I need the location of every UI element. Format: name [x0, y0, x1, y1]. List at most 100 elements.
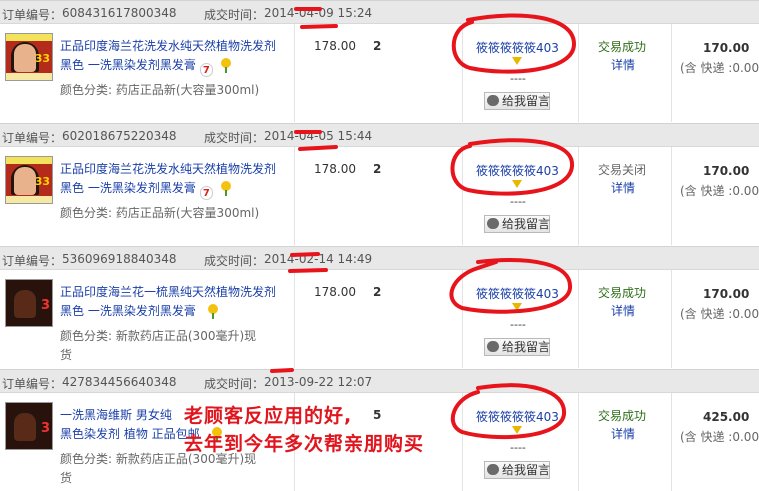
thumbnail-badge: 33 [34, 52, 50, 65]
order-status: 交易成功 [598, 40, 647, 54]
deal-time: 2014-04-09 15:24 [264, 6, 373, 20]
chat-icon [487, 218, 499, 229]
deal-time: 2013-09-22 12:07 [264, 375, 373, 389]
order-number: 602018675220348 [62, 129, 177, 143]
chat-icon [487, 341, 499, 352]
order-row: 33 正品印度海兰花洗发水纯天然植物洗发剂 黑色 一洗黑染发剂黑发膏 7 颜色分类… [0, 24, 759, 122]
unit-price: 178.00 [314, 162, 356, 176]
dash-placeholder: ---- [510, 195, 526, 208]
sku-label: 颜色分类: [60, 452, 113, 466]
service-badges [200, 304, 220, 325]
seven-day-return-icon: 7 [199, 63, 213, 77]
order-header: 订单编号： 536096918840348 成交时间： 2014-02-14 1… [0, 246, 759, 270]
order-total: 170.00 [703, 287, 750, 301]
dash-placeholder: ---- [510, 318, 526, 331]
shipping-info: (含 快递 :0.00 [680, 430, 759, 444]
details-link[interactable]: 详情 [611, 56, 635, 73]
product-title-line2[interactable]: 黑色染发剂 植物 正品包邮 [60, 427, 200, 441]
leave-message-button[interactable]: 给我留言 [484, 92, 550, 110]
shipping-info: (含 快递 :0.00 [680, 184, 759, 198]
service-badges: 7 [199, 58, 233, 79]
product-thumbnail[interactable]: 33 [5, 33, 53, 81]
sku-value-cont: 货 [60, 471, 73, 485]
dash-placeholder: ---- [510, 441, 526, 454]
sku-info: 颜色分类: 药店正品新(大容量300ml) [60, 81, 292, 100]
quantity: 2 [373, 39, 382, 53]
details-link[interactable]: 详情 [611, 179, 635, 196]
annotation-line1: 老顾客反应用的好, [184, 405, 353, 427]
order-row: 3 正品印度海兰花一梳黑纯天然植物洗发剂 黑色 一洗黑染发剂黑发膏 颜色分类: … [0, 270, 759, 368]
sku-label: 颜色分类: [60, 329, 113, 343]
deal-time-label: 成交时间： [204, 8, 265, 22]
shipping-info: (含 快递 :0.00 [680, 61, 759, 75]
order-number-label: 订单编号： [2, 254, 63, 268]
unit-price: 178.00 [314, 285, 356, 299]
seller-link[interactable]: 筱筱筱筱筱403 [476, 285, 559, 302]
deal-time: 2014-02-14 14:49 [264, 252, 373, 266]
seller-link[interactable]: 筱筱筱筱筱403 [476, 39, 559, 56]
order-status: 交易成功 [598, 409, 647, 423]
product-title-line2[interactable]: 黑色 一洗黑染发剂黑发膏 [60, 58, 196, 72]
flower-badge-icon [206, 304, 220, 319]
deal-time: 2014-04-05 15:44 [264, 129, 373, 143]
sku-label: 颜色分类: [60, 206, 113, 220]
order-total: 425.00 [703, 410, 750, 424]
warning-icon [512, 303, 522, 311]
order-number-label: 订单编号： [2, 131, 63, 145]
details-link[interactable]: 详情 [611, 302, 635, 319]
leave-message-label: 给我留言 [502, 463, 551, 477]
product-title-line1[interactable]: 正品印度海兰花一梳黑纯天然植物洗发剂 [60, 283, 292, 302]
sku-value: 药店正品新(大容量300ml) [115, 206, 260, 220]
flower-badge-icon [219, 58, 233, 73]
seven-day-return-icon: 7 [199, 186, 213, 200]
leave-message-button[interactable]: 给我留言 [484, 461, 550, 479]
annotation-line2: 去年到今年多次帮亲朋购买 [184, 433, 425, 455]
sku-label: 颜色分类: [60, 83, 113, 97]
order-number: 427834456640348 [62, 375, 177, 389]
sku-value-cont: 货 [60, 348, 73, 362]
product-thumbnail[interactable]: 33 [5, 156, 53, 204]
quantity: 2 [373, 162, 382, 176]
warning-icon [512, 426, 522, 434]
service-badges: 7 [199, 181, 233, 202]
leave-message-button[interactable]: 给我留言 [484, 338, 550, 356]
warning-icon [512, 57, 522, 65]
warning-icon [512, 180, 522, 188]
thumbnail-badge: 33 [34, 175, 50, 188]
thumbnail-badge: 3 [40, 421, 50, 436]
leave-message-label: 给我留言 [502, 94, 551, 108]
product-title-line1[interactable]: 正品印度海兰花洗发水纯天然植物洗发剂 [60, 37, 292, 56]
order-number-label: 订单编号： [2, 377, 63, 391]
order-status: 交易关闭 [598, 163, 647, 177]
order-number: 608431617800348 [62, 6, 177, 20]
order-header: 订单编号： 608431617800348 成交时间： 2014-04-09 1… [0, 0, 759, 24]
chat-icon [487, 464, 499, 475]
order-total: 170.00 [703, 164, 750, 178]
chat-icon [487, 95, 499, 106]
dash-placeholder: ---- [510, 72, 526, 85]
deal-time-label: 成交时间： [204, 254, 265, 268]
order-number-label: 订单编号： [2, 8, 63, 22]
product-thumbnail[interactable]: 3 [5, 279, 53, 327]
sku-info: 颜色分类: 药店正品新(大容量300ml) [60, 204, 292, 223]
details-link[interactable]: 详情 [611, 425, 635, 442]
order-header: 订单编号： 427834456640348 成交时间： 2013-09-22 1… [0, 369, 759, 393]
product-title-line2[interactable]: 黑色 一洗黑染发剂黑发膏 [60, 304, 196, 318]
product-title-line2[interactable]: 黑色 一洗黑染发剂黑发膏 [60, 181, 196, 195]
flower-badge-icon [219, 181, 233, 196]
annotation-text: 老顾客反应用的好, 去年到今年多次帮亲朋购买 [184, 402, 504, 458]
sku-value: 药店正品新(大容量300ml) [115, 83, 260, 97]
leave-message-button[interactable]: 给我留言 [484, 215, 550, 233]
unit-price: 178.00 [314, 39, 356, 53]
deal-time-label: 成交时间： [204, 377, 265, 391]
product-thumbnail[interactable]: 3 [5, 402, 53, 450]
product-title-link[interactable]: 正品印度海兰花洗发水纯天然植物洗发剂 黑色 一洗黑染发剂黑发膏 7 [60, 160, 292, 202]
product-title-line1[interactable]: 正品印度海兰花洗发水纯天然植物洗发剂 [60, 160, 292, 179]
product-title-link[interactable]: 正品印度海兰花一梳黑纯天然植物洗发剂 黑色 一洗黑染发剂黑发膏 [60, 283, 292, 325]
leave-message-label: 给我留言 [502, 340, 551, 354]
quantity: 2 [373, 285, 382, 299]
seller-link[interactable]: 筱筱筱筱筱403 [476, 162, 559, 179]
sku-value: 新款药店正品(300毫升)现 [115, 329, 257, 343]
product-title-link[interactable]: 正品印度海兰花洗发水纯天然植物洗发剂 黑色 一洗黑染发剂黑发膏 7 [60, 37, 292, 79]
order-row: 33 正品印度海兰花洗发水纯天然植物洗发剂 黑色 一洗黑染发剂黑发膏 7 颜色分类… [0, 147, 759, 245]
